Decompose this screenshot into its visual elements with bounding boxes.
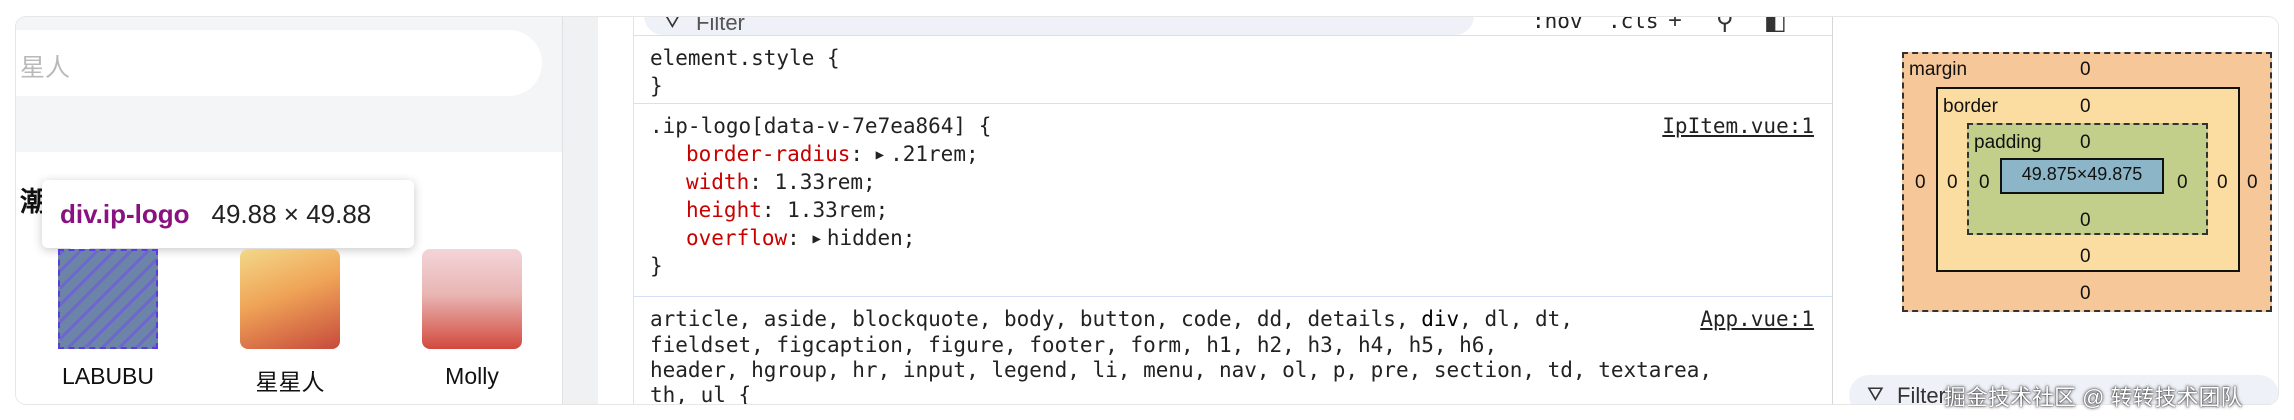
ip-logo[interactable] (422, 249, 522, 349)
computed-filter-placeholder: Filter (1897, 383, 1946, 404)
border-bottom-value[interactable]: 0 (2080, 246, 2091, 268)
border-label: border (1943, 96, 1998, 117)
watermark-text: 掘金技术社区 @ 转转技术团队 (1944, 385, 2243, 410)
padding-bottom-value[interactable]: 0 (2080, 210, 2091, 232)
rule-selector[interactable]: element.style { (650, 46, 840, 70)
highlight-overlay (60, 251, 156, 347)
hov-toggle[interactable]: :hov (1532, 17, 1583, 33)
margin-left-value[interactable]: 0 (1915, 172, 1926, 194)
rule-selector[interactable]: .ip-logo[data-v-7e7ea864] { (650, 114, 991, 138)
padding-left-value[interactable]: 0 (1979, 172, 1990, 194)
rule-selector-line-2[interactable]: fieldset, figcaption, figure, footer, fo… (650, 333, 1497, 357)
prop-value[interactable]: 1.33rem; (775, 170, 876, 194)
rule-close: } (650, 74, 663, 98)
declaration-height[interactable]: height: 1.33rem; (686, 198, 888, 222)
padding-top-value[interactable]: 0 (2080, 132, 2091, 154)
devtools-frame: 星人 潮 div.ip-logo 49.88 × 49.88 LABUBU 星星… (16, 17, 2278, 404)
search-area: 星人 (16, 17, 562, 152)
declaration-overflow[interactable]: overflow: ▶ hidden; (686, 226, 915, 250)
ip-logo-rule: .ip-logo[data-v-7e7ea864] { IpItem.vue:1… (634, 103, 1832, 296)
rule-selector-line-4[interactable]: th, ul { (650, 383, 751, 404)
app-rule: article, aside, blockquote, body, button… (634, 296, 1832, 404)
prop-name[interactable]: width (686, 170, 749, 194)
rule-selector-line-3[interactable]: header, hgroup, hr, input, legend, li, m… (650, 358, 1712, 382)
ip-item-xingxingren[interactable]: 星星人 (238, 249, 342, 397)
box-model-pane: margin border padding 0 0 0 0 0 0 0 0 0 … (1832, 17, 2278, 404)
search-placeholder: 星人 (20, 54, 71, 82)
ip-item-molly[interactable]: Molly (420, 249, 524, 390)
ip-name: Molly (445, 363, 499, 389)
selector-match: div (1421, 307, 1460, 331)
declaration-border-radius[interactable]: border-radius: ▶ .21rem; (686, 142, 979, 166)
prop-value[interactable]: hidden; (827, 226, 916, 250)
rule-close: } (650, 254, 663, 278)
ip-name: LABUBU (61, 363, 155, 389)
margin-bottom-value[interactable]: 0 (2080, 283, 2091, 305)
sidebar-toggle-icon[interactable]: ◧ (1764, 17, 1787, 36)
preview-scrollbar[interactable] (562, 17, 598, 404)
prop-value[interactable]: .21rem; (890, 142, 979, 166)
rule-source-link[interactable]: IpItem.vue:1 (1662, 114, 1814, 138)
content-size-value[interactable]: 49.875×49.875 (2004, 164, 2160, 185)
styles-toolbar: ⛛ Filter :hov .cls + ⚲ ◧ (634, 17, 1832, 35)
selector-text: , dl, dt, (1459, 307, 1573, 331)
styles-main: ⛛ Filter :hov .cls + ⚲ ◧ element.style {… (634, 17, 1832, 404)
ip-item-labubu[interactable]: LABUBU (56, 249, 160, 390)
filter-placeholder: Filter (696, 17, 745, 35)
styles-gutter (598, 17, 634, 404)
ip-logo-highlighted[interactable] (58, 249, 158, 349)
border-right-value[interactable]: 0 (2217, 172, 2228, 194)
ip-name: 星星人 (255, 369, 325, 395)
tooltip-element-name: div.ip-logo (60, 198, 190, 229)
ip-logo[interactable] (240, 249, 340, 349)
inspect-tooltip: div.ip-logo 49.88 × 49.88 (42, 180, 414, 248)
cls-toggle[interactable]: .cls (1608, 17, 1659, 33)
margin-label: margin (1909, 59, 1968, 80)
mobile-preview: 星人 潮 div.ip-logo 49.88 × 49.88 LABUBU 星星… (16, 17, 562, 404)
border-top-value[interactable]: 0 (2080, 96, 2091, 118)
prop-name[interactable]: border-radius (686, 142, 850, 166)
selector-text: article, aside, blockquote, body, button… (650, 307, 1422, 331)
styles-pane: ⛛ Filter :hov .cls + ⚲ ◧ element.style {… (598, 17, 1832, 404)
prop-name[interactable]: height (686, 198, 762, 222)
search-input[interactable]: 星人 (16, 30, 542, 96)
rule-selector-line-1[interactable]: article, aside, blockquote, body, button… (650, 307, 1573, 331)
border-left-value[interactable]: 0 (1947, 172, 1958, 194)
filter-icon: ⛛ (664, 17, 681, 33)
padding-right-value[interactable]: 0 (2177, 172, 2188, 194)
padding-label: padding (1974, 132, 2042, 153)
prop-value[interactable]: 1.33rem; (787, 198, 888, 222)
styles-filter-input[interactable] (644, 17, 1474, 35)
paint-icon[interactable]: ⚲ (1716, 17, 1734, 36)
tooltip-element-size: 49.88 × 49.88 (211, 198, 372, 229)
element-style-rule: element.style { } (634, 35, 1832, 103)
prop-name[interactable]: overflow (686, 226, 787, 250)
margin-right-value[interactable]: 0 (2247, 172, 2258, 194)
declaration-width[interactable]: width: 1.33rem; (686, 170, 876, 194)
new-rule-icon[interactable]: + (1668, 17, 1682, 35)
expand-triangle-icon[interactable]: ▶ (876, 147, 884, 163)
margin-top-value[interactable]: 0 (2080, 59, 2091, 81)
filter-icon: ⛛ (1867, 384, 1884, 404)
expand-triangle-icon[interactable]: ▶ (812, 231, 820, 247)
rule-source-link[interactable]: App.vue:1 (1700, 307, 1814, 331)
